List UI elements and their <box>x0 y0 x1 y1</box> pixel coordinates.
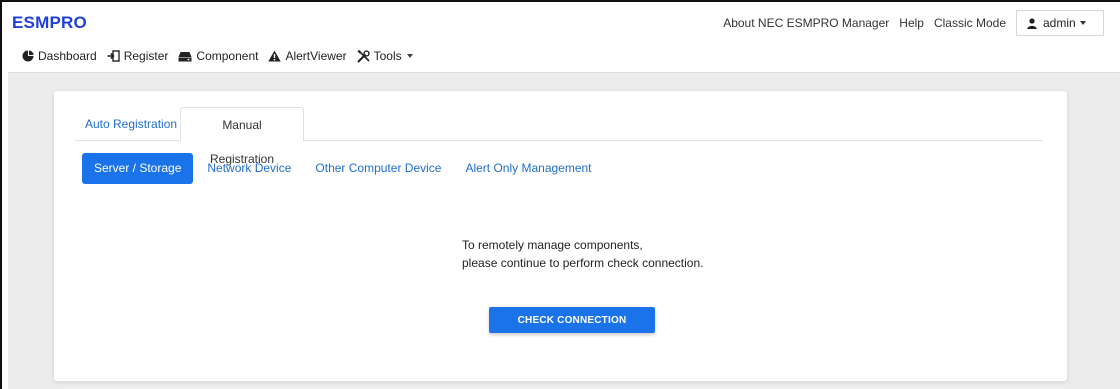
nav-tools[interactable]: Tools <box>356 49 413 63</box>
pill-network-device[interactable]: Network Device <box>195 153 303 184</box>
main-nav: Dashboard Register Component AlertViewer <box>2 42 1120 70</box>
tab-manual-registration[interactable]: Manual Registration <box>180 107 304 166</box>
instruction-message: To remotely manage components, please co… <box>462 236 703 272</box>
device-type-pills: Server / Storage Network Device Other Co… <box>82 153 604 184</box>
instruction-line-1: To remotely manage components, <box>462 238 643 252</box>
nav-register-label: Register <box>123 49 169 63</box>
header-links: About NEC ESMPRO Manager Help Classic Mo… <box>713 10 1104 36</box>
nav-tools-label: Tools <box>373 49 402 63</box>
classic-mode-link[interactable]: Classic Mode <box>934 16 1006 30</box>
pill-other-computer-device[interactable]: Other Computer Device <box>303 153 453 184</box>
pill-alert-only-management[interactable]: Alert Only Management <box>453 153 603 184</box>
nav-register[interactable]: Register <box>107 49 169 63</box>
component-icon <box>178 51 192 61</box>
nav-component[interactable]: Component <box>178 49 258 63</box>
nav-alertviewer-label: AlertViewer <box>285 49 347 63</box>
registration-tabs: Auto Registration Manual Registration <box>75 107 1043 166</box>
pill-server-storage[interactable]: Server / Storage <box>82 153 194 184</box>
check-connection-button[interactable]: CHECK CONNECTION <box>489 307 655 333</box>
nav-component-label: Component <box>196 49 259 63</box>
registration-card: Auto Registration Manual Registration Se… <box>54 91 1067 381</box>
register-icon <box>107 50 120 62</box>
instruction-line-2: please continue to perform check connect… <box>462 256 704 270</box>
user-menu-button[interactable]: admin <box>1016 10 1104 36</box>
top-header: ESMPRO About NEC ESMPRO Manager Help Cla… <box>2 2 1120 40</box>
nav-dashboard-label: Dashboard <box>38 49 97 63</box>
tools-icon <box>356 49 370 63</box>
nav-dashboard[interactable]: Dashboard <box>22 49 97 63</box>
tab-auto-registration[interactable]: Auto Registration <box>75 107 187 141</box>
brand-logo[interactable]: ESMPRO <box>12 13 87 33</box>
dashboard-icon <box>22 50 34 62</box>
user-name: admin <box>1043 16 1076 30</box>
about-link[interactable]: About NEC ESMPRO Manager <box>723 16 889 30</box>
help-link[interactable]: Help <box>899 16 924 30</box>
warning-icon <box>268 50 282 62</box>
nav-alertviewer[interactable]: AlertViewer <box>268 49 347 63</box>
chevron-down-icon <box>1079 21 1086 25</box>
chevron-down-icon <box>406 54 413 58</box>
user-icon <box>1027 17 1037 29</box>
main-content: Auto Registration Manual Registration Se… <box>8 72 1120 389</box>
